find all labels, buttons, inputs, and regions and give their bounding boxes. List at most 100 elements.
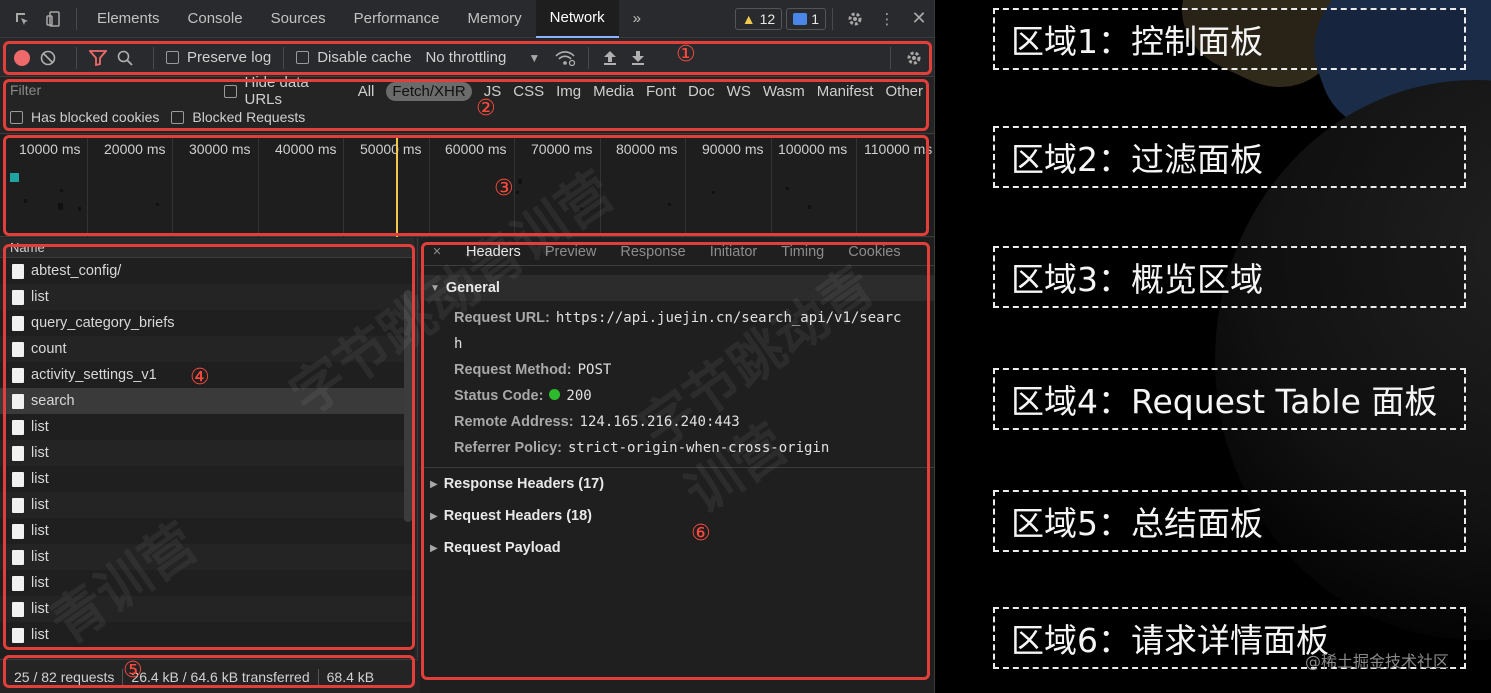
filter-ws[interactable]: WS	[727, 83, 751, 100]
tab-performance[interactable]: Performance	[340, 0, 454, 38]
tab-sources[interactable]: Sources	[257, 0, 340, 38]
legend-area-5: 区域5：总结面板	[993, 490, 1466, 552]
tab-initiator[interactable]: Initiator	[698, 244, 770, 260]
request-row[interactable]: count	[0, 336, 414, 362]
request-mark	[24, 199, 27, 203]
tab-console[interactable]: Console	[174, 0, 257, 38]
request-row[interactable]: list	[0, 440, 414, 466]
tick-label: 90000 ms	[702, 141, 764, 157]
warnings-badge[interactable]: ▲ 12	[734, 7, 783, 30]
inspect-element-icon[interactable]	[6, 0, 38, 38]
filter-other[interactable]: Other	[885, 83, 923, 100]
file-icon	[12, 341, 24, 357]
details-tabbar: × Headers Preview Response Initiator Tim…	[420, 238, 934, 266]
file-icon	[12, 523, 24, 539]
grid-line	[172, 135, 173, 237]
filter-css[interactable]: CSS	[513, 83, 544, 100]
more-tabs-button[interactable]: »	[619, 0, 655, 38]
filter-wasm[interactable]: Wasm	[763, 83, 805, 100]
tab-headers[interactable]: Headers	[454, 244, 533, 260]
file-icon	[12, 471, 24, 487]
close-details-icon[interactable]: ×	[420, 244, 454, 260]
import-har-icon[interactable]	[603, 39, 617, 77]
request-name: list	[31, 471, 49, 487]
close-icon[interactable]: ✕	[903, 0, 934, 38]
tick-label: 110000 ms	[864, 141, 933, 157]
record-button[interactable]	[14, 49, 30, 66]
clear-icon[interactable]	[40, 39, 56, 77]
request-row[interactable]: list	[0, 284, 414, 310]
request-row[interactable]: list	[0, 492, 414, 518]
request-row[interactable]: list	[0, 544, 414, 570]
status-code-label: Status Code:	[454, 388, 544, 404]
request-mark	[58, 203, 63, 210]
device-toolbar-icon[interactable]	[38, 0, 70, 38]
divider	[76, 7, 77, 30]
tab-network[interactable]: Network	[535, 0, 619, 38]
tab-elements[interactable]: Elements	[83, 0, 174, 38]
filter-doc[interactable]: Doc	[688, 83, 715, 100]
column-header-name[interactable]: Name	[0, 238, 414, 258]
filter-all[interactable]: All	[358, 83, 375, 100]
has-blocked-cookies-checkbox[interactable]	[10, 110, 23, 124]
messages-badge[interactable]: 1	[786, 7, 826, 30]
request-mark	[712, 191, 715, 194]
throttling-select[interactable]: No throttling ▼	[425, 39, 540, 77]
disable-cache-checkbox[interactable]: Disable cache	[296, 39, 411, 77]
filter-input[interactable]: Filter	[10, 82, 41, 98]
referrer-policy-label: Referrer Policy:	[454, 440, 562, 456]
request-details-pane: × Headers Preview Response Initiator Tim…	[420, 238, 934, 693]
request-url-value-wrap: h	[454, 336, 463, 352]
more-options-icon[interactable]: ⋮	[871, 0, 903, 38]
remote-address-value: 124.165.216.240:443	[579, 414, 740, 430]
blocked-requests-checkbox[interactable]	[171, 110, 185, 124]
request-row[interactable]: list	[0, 518, 414, 544]
file-icon	[12, 289, 24, 305]
request-row[interactable]: list	[0, 414, 414, 440]
disable-cache-label: Disable cache	[317, 49, 412, 66]
legend-area-2: 区域2：过滤面板	[993, 126, 1466, 188]
tab-cookies[interactable]: Cookies	[836, 244, 912, 260]
response-headers-section[interactable]: ▶ Response Headers (17)	[420, 468, 934, 500]
export-har-icon[interactable]	[631, 39, 645, 77]
area-marker-3: ③	[494, 176, 514, 201]
request-headers-section[interactable]: ▶ Request Headers (18)	[420, 500, 934, 532]
file-icon	[12, 367, 24, 383]
filter-fetch-xhr[interactable]: Fetch/XHR	[386, 81, 472, 101]
tab-response[interactable]: Response	[608, 244, 697, 260]
request-row-selected[interactable]: search	[0, 388, 414, 414]
tab-memory[interactable]: Memory	[453, 0, 535, 38]
grid-line	[429, 135, 430, 237]
tab-preview[interactable]: Preview	[533, 244, 609, 260]
overview-timeline[interactable]: 10000 ms 20000 ms 30000 ms 40000 ms 5000…	[0, 135, 934, 237]
preserve-log-checkbox[interactable]: Preserve log	[166, 39, 271, 77]
request-payload-section[interactable]: ▶ Request Payload	[420, 532, 934, 564]
request-row[interactable]: list	[0, 596, 414, 622]
request-row[interactable]: query_category_briefs	[0, 310, 414, 336]
settings-gear-icon[interactable]	[839, 0, 871, 38]
network-conditions-icon[interactable]	[554, 39, 576, 77]
request-row[interactable]: list	[0, 466, 414, 492]
has-blocked-cookies-label: Has blocked cookies	[31, 109, 160, 125]
expanded-triangle-icon: ▼	[430, 282, 440, 294]
request-row[interactable]: abtest_config/	[0, 258, 414, 284]
request-mark	[156, 203, 159, 206]
filter-media[interactable]: Media	[593, 83, 634, 100]
request-mark	[580, 207, 583, 210]
hide-data-urls-checkbox[interactable]	[224, 84, 237, 98]
request-table-scrollbar[interactable]	[404, 290, 412, 522]
hide-data-urls-label: Hide data URLs	[244, 74, 309, 108]
filter-img[interactable]: Img	[556, 83, 581, 100]
pane-divider[interactable]	[417, 238, 418, 658]
request-row[interactable]: list	[0, 570, 414, 596]
tab-timing[interactable]: Timing	[769, 244, 836, 260]
request-row[interactable]: list	[0, 622, 414, 648]
filter-manifest[interactable]: Manifest	[817, 83, 874, 100]
general-section-header[interactable]: ▼ General	[420, 275, 934, 301]
legend-area-1: 区域1：控制面板	[993, 8, 1466, 70]
filter-font[interactable]: Font	[646, 83, 676, 100]
filter-icon[interactable]	[89, 39, 107, 77]
network-settings-gear-icon[interactable]	[905, 39, 923, 77]
search-icon[interactable]	[117, 39, 133, 77]
throttling-value: No throttling	[425, 49, 507, 66]
